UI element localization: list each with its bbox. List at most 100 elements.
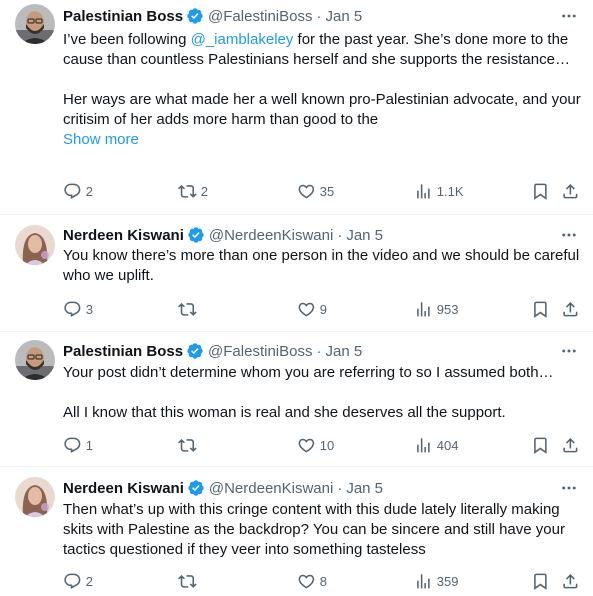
- share-button[interactable]: [561, 435, 580, 455]
- show-more-link[interactable]: Show more: [63, 130, 583, 150]
- like-count: 8: [319, 573, 327, 589]
- heart-icon: [297, 572, 316, 591]
- tweet-date[interactable]: Jan 5: [346, 227, 383, 244]
- views-icon: [414, 182, 433, 201]
- tweet-paragraph: Your post didn’t determine whom you are …: [63, 364, 554, 381]
- tweet-paragraph: Then what’s up with this cringe content …: [63, 501, 565, 558]
- share-button[interactable]: [561, 299, 580, 319]
- separator-dot: ·: [316, 7, 322, 25]
- heart-icon: [297, 436, 316, 455]
- reply-icon: [63, 300, 82, 319]
- reply-icon: [63, 572, 82, 591]
- reply-icon: [63, 436, 82, 455]
- reply-count: 1: [85, 437, 93, 453]
- avatar-image: [15, 477, 55, 517]
- views-icon: [414, 572, 433, 591]
- like-button[interactable]: 9: [297, 299, 327, 319]
- author-name[interactable]: Nerdeen Kiswani: [63, 227, 184, 244]
- repost-icon: [178, 572, 197, 591]
- heart-icon: [297, 300, 316, 319]
- tweet-text: Then what’s up with this cringe content …: [63, 500, 583, 560]
- tweet[interactable]: Nerdeen Kiswani @NerdeenKiswani · Jan 5 …: [0, 467, 593, 596]
- separator-dot: ·: [337, 479, 343, 497]
- views-icon: [414, 300, 433, 319]
- tweet[interactable]: Palestinian Boss @FalestiniBoss · Jan 5 …: [0, 0, 593, 215]
- share-icon: [561, 572, 580, 591]
- share-button[interactable]: [561, 181, 580, 201]
- author-name[interactable]: Nerdeen Kiswani: [63, 480, 184, 497]
- like-count: 9: [319, 301, 327, 317]
- reply-icon: [63, 182, 82, 201]
- reply-button[interactable]: 2: [63, 181, 93, 201]
- reply-count: 2: [85, 183, 93, 199]
- avatar[interactable]: [15, 340, 55, 380]
- repost-button[interactable]: 2: [178, 181, 208, 201]
- avatar[interactable]: [15, 477, 55, 517]
- tweet[interactable]: Palestinian Boss @FalestiniBoss · Jan 5 …: [0, 332, 593, 467]
- views-button[interactable]: 1.1K: [414, 181, 464, 201]
- share-button[interactable]: [561, 571, 580, 591]
- author-name[interactable]: Palestinian Boss: [63, 8, 183, 25]
- tweet-date[interactable]: Jan 5: [325, 8, 362, 25]
- tweet-text: You know there’s more than one person in…: [63, 246, 583, 286]
- heart-icon: [297, 182, 316, 201]
- tweet[interactable]: Nerdeen Kiswani @NerdeenKiswani · Jan 5 …: [0, 215, 593, 332]
- reply-button[interactable]: 3: [63, 299, 93, 319]
- avatar[interactable]: [15, 225, 55, 265]
- tweet-date[interactable]: Jan 5: [325, 343, 362, 360]
- bookmark-icon: [531, 572, 550, 591]
- repost-icon: [178, 300, 197, 319]
- author-handle[interactable]: @FalestiniBoss: [208, 343, 312, 360]
- verified-badge-icon: [186, 7, 204, 25]
- views-count: 404: [436, 437, 459, 453]
- bookmark-icon: [531, 182, 550, 201]
- views-count: 1.1K: [436, 183, 464, 199]
- avatar[interactable]: [15, 4, 55, 44]
- repost-button[interactable]: [178, 435, 197, 455]
- repost-count: 2: [200, 183, 208, 199]
- like-button[interactable]: 8: [297, 571, 327, 591]
- reply-button[interactable]: 1: [63, 435, 93, 455]
- share-icon: [561, 436, 580, 455]
- views-count: 953: [436, 301, 459, 317]
- like-button[interactable]: 35: [297, 181, 334, 201]
- views-button[interactable]: 359: [414, 571, 458, 591]
- repost-button[interactable]: [178, 299, 197, 319]
- verified-badge-icon: [187, 226, 205, 244]
- views-count: 359: [436, 573, 459, 589]
- views-button[interactable]: 953: [414, 299, 458, 319]
- separator-dot: ·: [316, 342, 322, 360]
- avatar-image: [15, 4, 55, 44]
- more-horizontal-icon[interactable]: [559, 8, 579, 24]
- share-icon: [561, 300, 580, 319]
- mention-link[interactable]: @_iamblakeley: [191, 31, 294, 48]
- tweet-text: I’ve been following @_iamblakeley for th…: [63, 30, 583, 150]
- bookmark-button[interactable]: [531, 571, 550, 591]
- tweet-paragraph: Her ways are what made her a well known …: [63, 91, 581, 128]
- repost-icon: [178, 436, 197, 455]
- reply-button[interactable]: 2: [63, 571, 93, 591]
- tweet-paragraph: You know there’s more than one person in…: [63, 247, 580, 284]
- tweet-text: Your post didn’t determine whom you are …: [63, 363, 583, 423]
- tweet-date[interactable]: Jan 5: [346, 480, 383, 497]
- reply-count: 2: [85, 573, 93, 589]
- like-button[interactable]: 10: [297, 435, 334, 455]
- views-button[interactable]: 404: [414, 435, 458, 455]
- bookmark-button[interactable]: [531, 181, 550, 201]
- author-handle[interactable]: @FalestiniBoss: [208, 8, 312, 25]
- verified-badge-icon: [186, 342, 204, 360]
- author-handle[interactable]: @NerdeenKiswani: [209, 480, 333, 497]
- bookmark-icon: [531, 436, 550, 455]
- tweet-text-part: I’ve been following: [63, 31, 191, 48]
- author-handle[interactable]: @NerdeenKiswani: [209, 227, 333, 244]
- repost-button[interactable]: [178, 571, 197, 591]
- bookmark-button[interactable]: [531, 299, 550, 319]
- more-horizontal-icon[interactable]: [559, 227, 579, 243]
- bookmark-button[interactable]: [531, 435, 550, 455]
- author-name[interactable]: Palestinian Boss: [63, 343, 183, 360]
- tweet-paragraph: All I know that this woman is real and s…: [63, 404, 506, 421]
- reply-count: 3: [85, 301, 93, 317]
- like-count: 35: [319, 183, 335, 199]
- more-horizontal-icon[interactable]: [559, 343, 579, 359]
- more-horizontal-icon[interactable]: [559, 480, 579, 496]
